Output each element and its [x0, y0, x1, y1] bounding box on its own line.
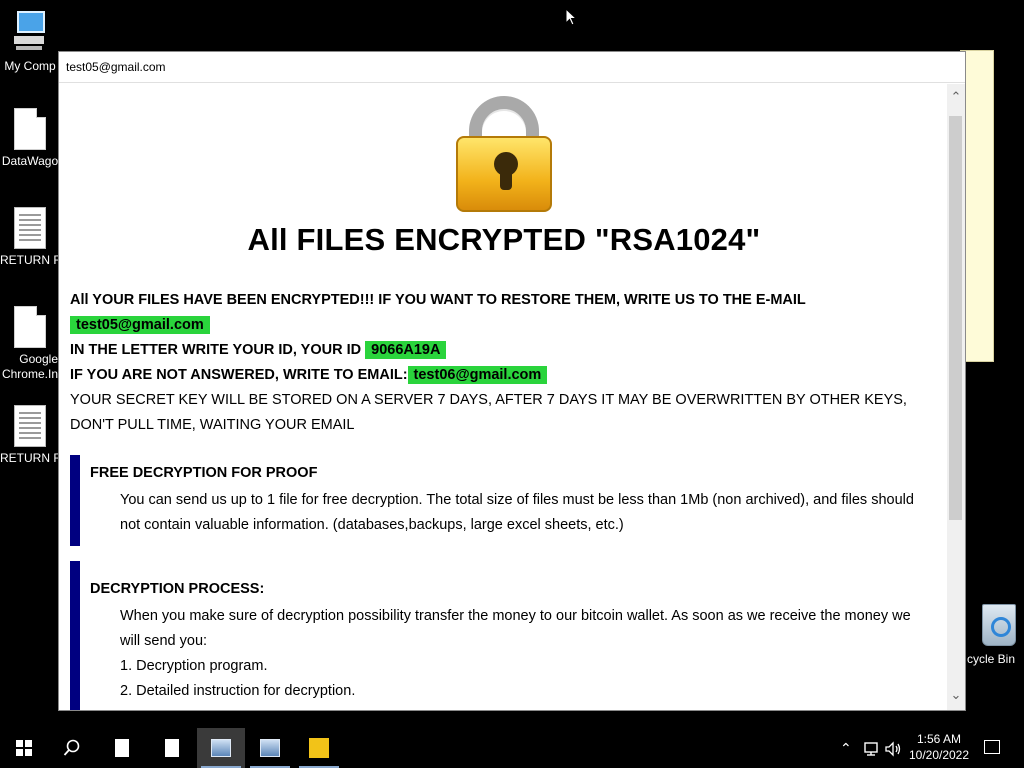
contact-email-primary: test05@gmail.com: [70, 316, 210, 334]
sticky-notes-icon: [309, 738, 329, 758]
text-file-icon: [14, 207, 46, 249]
decryption-process-text: When you make sure of decryption possibi…: [120, 608, 911, 649]
free-decryption-text: You can send us up to 1 file for free de…: [120, 492, 914, 533]
ransom-note-window: test05@gmail.com All FILES ENCRYPTED "RS…: [58, 51, 966, 711]
instruction-line-1: All YOUR FILES HAVE BEEN ENCRYPTED!!! IF…: [70, 292, 806, 308]
search-button[interactable]: [48, 728, 96, 768]
taskbar-app-file-1[interactable]: [98, 728, 146, 768]
windows-logo-icon: [16, 740, 32, 756]
desktop-icon-label: RETURN FI: [0, 451, 60, 465]
search-icon: [63, 739, 80, 756]
padlock-icon: [456, 96, 552, 212]
list-item: 1. Decryption program.: [120, 658, 268, 674]
chevron-up-icon[interactable]: ⌃: [840, 728, 852, 768]
file-icon: [165, 739, 179, 757]
window-title: test05@gmail.com: [59, 52, 965, 83]
file-icon: [115, 739, 129, 757]
notification-center-icon[interactable]: [984, 740, 1000, 754]
contact-email-secondary: test06@gmail.com: [407, 366, 548, 384]
desktop-icon-my-computer[interactable]: My Comp: [0, 10, 60, 74]
file-icon: [14, 108, 46, 150]
scroll-down-arrow-icon[interactable]: ⌄: [947, 686, 965, 704]
instruction-line-4: YOUR SECRET KEY WILL BE STORED ON A SERV…: [70, 392, 907, 433]
desktop-icon-label: RETURN FI: [0, 253, 60, 267]
decryption-process-title: DECRYPTION PROCESS:: [90, 581, 265, 597]
taskbar: ⌃ 1:56 AM 10/20/2022: [0, 728, 1024, 768]
text-file-icon: [14, 405, 46, 447]
desktop-icon-return-file-1[interactable]: RETURN FI: [0, 207, 60, 268]
start-button[interactable]: [0, 728, 48, 768]
taskbar-app-2[interactable]: [246, 728, 294, 768]
system-clock[interactable]: 1:56 AM 10/20/2022: [902, 731, 976, 763]
free-decryption-title: FREE DECRYPTION FOR PROOF: [90, 465, 318, 481]
network-icon[interactable]: [862, 728, 880, 768]
volume-icon[interactable]: [884, 728, 902, 768]
free-decryption-section: FREE DECRYPTION FOR PROOF You can send u…: [70, 455, 938, 546]
desktop-icon-google-chrome[interactable]: Google Chrome.In: [0, 306, 60, 382]
clock-time: 1:56 AM: [916, 732, 962, 746]
taskbar-app-ransom-window[interactable]: [197, 728, 245, 768]
file-icon: [14, 306, 46, 348]
computer-icon: [0, 10, 60, 55]
desktop-icon-label: cycle Bin: [966, 652, 1016, 666]
taskbar-app-file-2[interactable]: [148, 728, 196, 768]
taskbar-app-sticky-notes[interactable]: [295, 728, 343, 768]
desktop-icon-return-file-2[interactable]: RETURN FI: [0, 405, 60, 466]
scroll-up-arrow-icon[interactable]: ⌃: [947, 88, 965, 106]
scrollbar-thumb[interactable]: [949, 116, 962, 520]
desktop-icon-label: Google Chrome.In: [1, 352, 58, 381]
vertical-scrollbar[interactable]: ⌃ ⌄: [947, 84, 965, 710]
decryption-process-section: DECRYPTION PROCESS: When you make sure o…: [70, 561, 938, 710]
desktop-icon-datawago[interactable]: DataWago: [0, 108, 60, 169]
headline: All FILES ENCRYPTED "RSA1024": [247, 222, 761, 257]
application-icon: [211, 739, 231, 757]
list-item: 2. Detailed instruction for decryption.: [120, 683, 356, 699]
clock-date: 10/20/2022: [908, 748, 970, 762]
note-content: All FILES ENCRYPTED "RSA1024" All YOUR F…: [60, 84, 948, 710]
victim-id: 9066A19A: [365, 341, 447, 359]
instruction-line-2: IN THE LETTER WRITE YOUR ID, YOUR ID: [70, 342, 362, 358]
desktop-icon-label: DataWago: [1, 154, 59, 168]
desktop-icon-recycle-bin[interactable]: cycle Bin: [958, 600, 1024, 666]
application-icon: [260, 739, 280, 757]
instruction-line-3: IF YOU ARE NOT ANSWERED, WRITE TO EMAIL:: [70, 367, 408, 383]
desktop-icon-label: My Comp: [4, 59, 56, 73]
recycle-bin-icon: [982, 604, 1016, 646]
